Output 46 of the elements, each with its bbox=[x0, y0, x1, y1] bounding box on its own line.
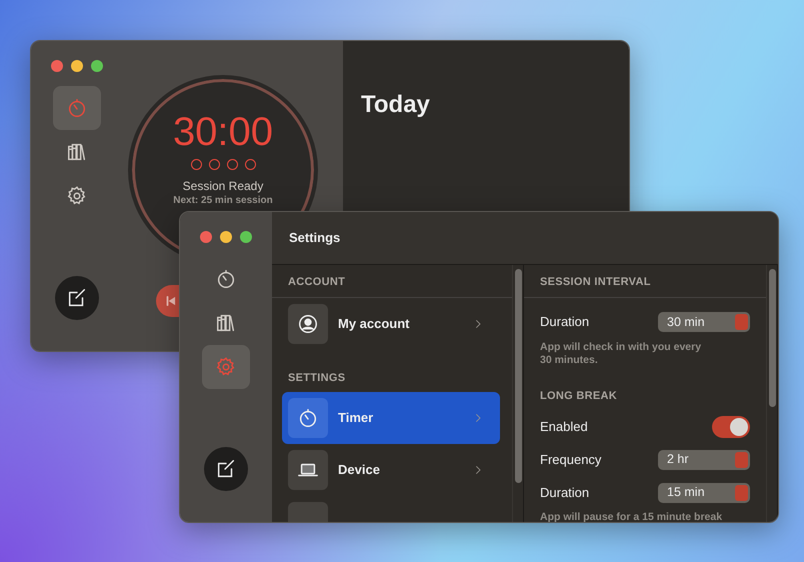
stopwatch-icon bbox=[297, 407, 319, 429]
stepper-icon bbox=[735, 484, 748, 501]
settings-list-item[interactable]: Device bbox=[282, 444, 500, 496]
stopwatch-icon bbox=[215, 268, 237, 290]
user-icon bbox=[297, 312, 319, 334]
stepper-icon bbox=[735, 314, 748, 330]
compose-icon bbox=[215, 458, 237, 480]
section-heading: LONG BREAK bbox=[539, 388, 618, 404]
next-session-label: Next: 25 min session bbox=[173, 194, 273, 208]
skip-back-button[interactable] bbox=[156, 285, 179, 317]
setting-label: Duration bbox=[540, 484, 590, 502]
window-control-dot[interactable] bbox=[51, 60, 63, 72]
compose-button[interactable] bbox=[55, 276, 99, 320]
settings-list-item[interactable]: My account bbox=[282, 298, 500, 350]
scrollbar[interactable] bbox=[515, 269, 522, 483]
compose-icon bbox=[66, 287, 88, 309]
section-heading: ACCOUNT bbox=[272, 265, 512, 298]
section-heading: SETTINGS bbox=[287, 370, 346, 386]
session-status: Session Ready bbox=[182, 179, 264, 194]
settings-list-item[interactable]: Timer bbox=[282, 392, 500, 444]
window-title: Settings bbox=[272, 212, 778, 265]
compose-button[interactable] bbox=[204, 447, 248, 491]
scrollbar[interactable] bbox=[769, 269, 776, 407]
select-field[interactable]: 30 min bbox=[658, 312, 750, 332]
window-control-dot[interactable] bbox=[91, 60, 103, 72]
help-text: App will check in with you every 30 minutes. bbox=[539, 340, 702, 368]
settings-icon bbox=[66, 185, 88, 207]
stepper-icon bbox=[735, 452, 748, 468]
stopwatch-icon bbox=[66, 97, 88, 119]
settings-icon bbox=[215, 356, 237, 378]
setting-label: Frequency bbox=[540, 451, 602, 470]
select-field[interactable]: 2 hr bbox=[658, 450, 750, 470]
select-field[interactable]: 15 min bbox=[658, 482, 750, 503]
window-control-dot[interactable] bbox=[200, 231, 212, 243]
books-icon bbox=[215, 312, 237, 334]
toggle-switch[interactable] bbox=[712, 416, 750, 438]
skip-back-icon bbox=[164, 294, 178, 308]
timer-display: 30:00 bbox=[172, 112, 274, 152]
today-title: Today bbox=[361, 91, 431, 120]
section-heading: SESSION INTERVAL bbox=[524, 265, 766, 298]
setting-label: Duration bbox=[540, 313, 590, 332]
books-icon bbox=[66, 141, 88, 163]
setting-label: Enabled bbox=[540, 418, 588, 436]
window-control-dot[interactable] bbox=[240, 231, 252, 243]
window-control-dot[interactable] bbox=[71, 60, 83, 72]
window-control-dot[interactable] bbox=[220, 231, 232, 243]
